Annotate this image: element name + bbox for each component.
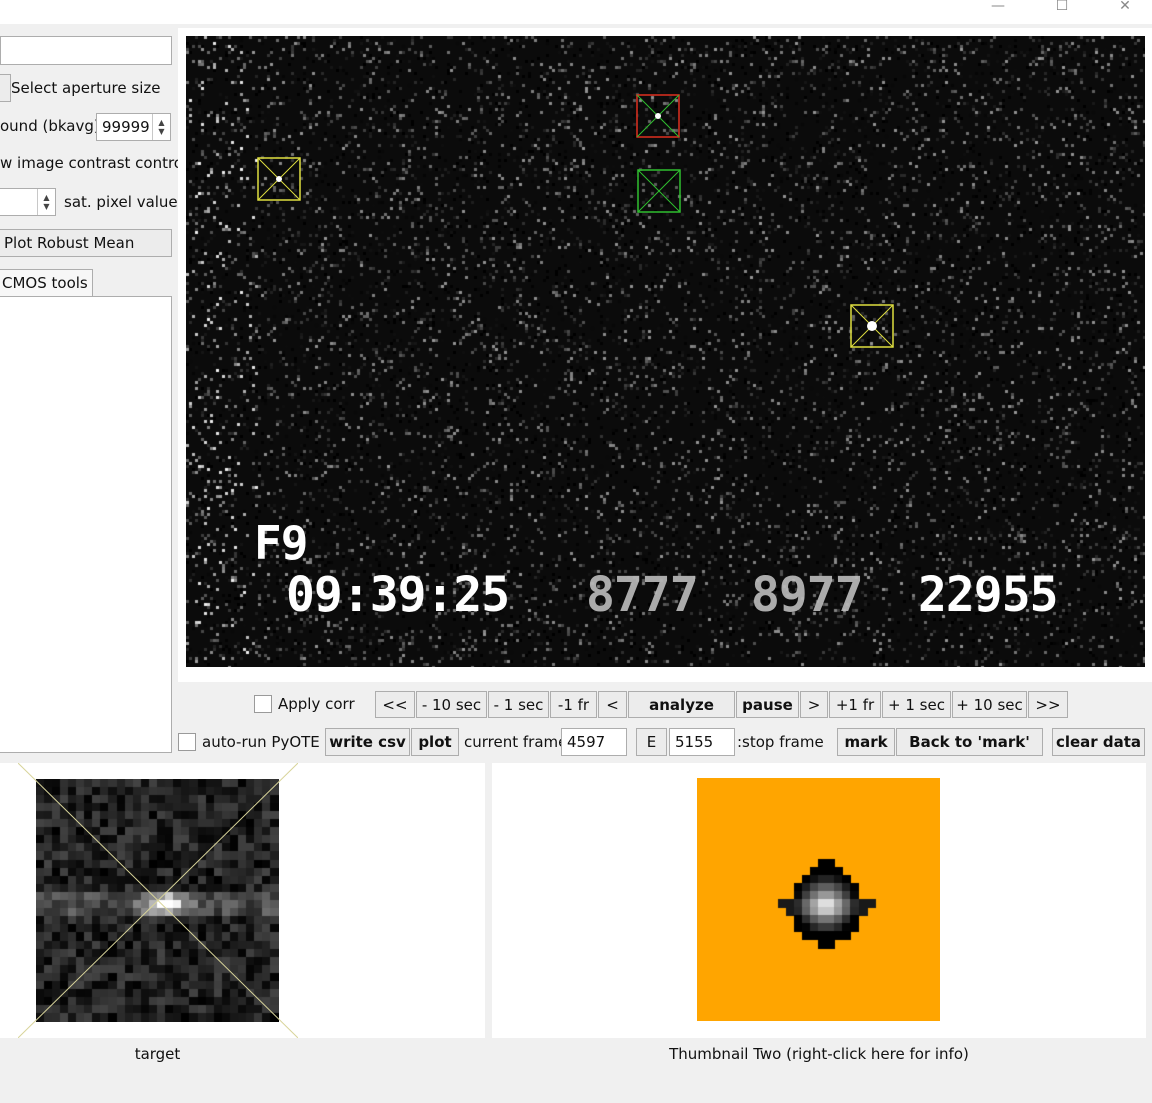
- thumbnail-two-pane[interactable]: [492, 763, 1146, 1038]
- apply-corr-checkbox[interactable]: [254, 695, 272, 713]
- yellow-aperture-right[interactable]: [850, 304, 894, 348]
- analyze-button[interactable]: analyze: [628, 691, 735, 718]
- apply-corr-label: Apply corr: [278, 695, 355, 713]
- green-aperture[interactable]: [637, 169, 681, 213]
- left-top-field[interactable]: [0, 36, 172, 65]
- tab-cmos-tools[interactable]: CMOS tools: [0, 269, 93, 297]
- frame-label-overlay: F9: [254, 516, 308, 570]
- background-label: ound (bkavg): [0, 117, 100, 135]
- thumbnail-one-pane[interactable]: [0, 763, 485, 1038]
- e-button[interactable]: E: [636, 728, 667, 756]
- clear-data-button[interactable]: clear data: [1052, 728, 1145, 756]
- back-to-mark-button[interactable]: Back to 'mark': [896, 728, 1043, 756]
- sat-pixel-spinbox[interactable]: ▲ ▼: [0, 188, 56, 216]
- plot-robust-mean-button[interactable]: Plot Robust Mean: [0, 229, 172, 257]
- sat-pixel-label: sat. pixel value: [64, 193, 178, 211]
- thumbnail-one-caption: target: [134, 1045, 181, 1063]
- current-frame-input[interactable]: 4597: [561, 728, 627, 756]
- thumbnail-two-caption[interactable]: Thumbnail Two (right-click here for info…: [492, 1045, 1146, 1063]
- back-1-frame-button[interactable]: -1 fr: [550, 691, 597, 718]
- timestamp-overlay: 09:39:25: [286, 567, 510, 623]
- close-icon[interactable]: ✕: [1105, 0, 1145, 20]
- auto-run-pyote-checkbox[interactable]: [178, 733, 196, 751]
- back-10-sec-button[interactable]: - 10 sec: [416, 691, 487, 718]
- sat-pixel-spin-icon[interactable]: ▲ ▼: [37, 189, 55, 215]
- pause-button[interactable]: pause: [736, 691, 799, 718]
- cmos-tools-panel: [0, 296, 172, 753]
- minimize-icon[interactable]: —: [978, 0, 1018, 20]
- fwd-1-sec-button[interactable]: + 1 sec: [882, 691, 951, 718]
- thumbnail-two-image: [697, 778, 940, 1021]
- background-spinbox[interactable]: 99999 ▲ ▼: [96, 113, 171, 141]
- yellow-aperture-left[interactable]: [257, 157, 301, 201]
- first-frame-button[interactable]: <<: [375, 691, 415, 718]
- overlay-field-4: 22955: [918, 567, 1058, 623]
- last-frame-button[interactable]: >>: [1028, 691, 1068, 718]
- write-csv-button[interactable]: write csv: [325, 728, 410, 756]
- back-1-sec-button[interactable]: - 1 sec: [488, 691, 549, 718]
- current-frame-label: current frame:: [464, 733, 573, 751]
- title-bar: — ☐ ✕: [0, 0, 1152, 24]
- overlay-field-3: 8977: [751, 567, 864, 623]
- aperture-size-label: Select aperture size: [11, 79, 161, 97]
- mark-button[interactable]: mark: [837, 728, 895, 756]
- background-value: 99999: [102, 118, 150, 136]
- stop-frame-input[interactable]: 5155: [669, 728, 735, 756]
- background-spin-icon[interactable]: ▲ ▼: [152, 114, 170, 140]
- aperture-dropdown-edge[interactable]: [0, 74, 11, 102]
- auto-run-pyote-label: auto-run PyOTE: [202, 733, 320, 751]
- thumbnail-one-crosshair: [18, 763, 298, 1038]
- fwd-1-frame-button[interactable]: +1 fr: [829, 691, 881, 718]
- stop-frame-label: :stop frame: [737, 733, 824, 751]
- video-display[interactable]: F9 09:39:25 8777 8977 22955: [186, 36, 1145, 667]
- next-button[interactable]: >: [800, 691, 828, 718]
- contrast-control-label: w image contrast control: [0, 154, 188, 172]
- red-aperture[interactable]: [636, 94, 680, 138]
- maximize-icon[interactable]: ☐: [1042, 0, 1082, 20]
- fwd-10-sec-button[interactable]: + 10 sec: [952, 691, 1027, 718]
- plot-button[interactable]: plot: [411, 728, 459, 756]
- prev-button[interactable]: <: [598, 691, 627, 718]
- overlay-field-2: 8777: [586, 567, 699, 623]
